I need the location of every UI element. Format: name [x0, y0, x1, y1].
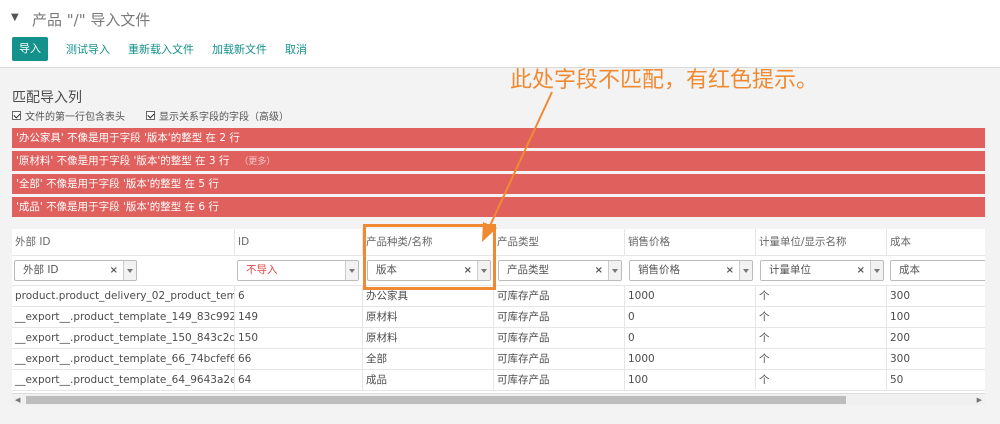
- alert-text: '原材料' 不像是用于字段 '版本'的整型 在 3 行: [16, 155, 230, 167]
- load-new-file-button[interactable]: 加载新文件: [212, 41, 267, 57]
- table-cell: 个: [756, 349, 887, 369]
- table-cell: 149: [235, 307, 363, 327]
- table-cell: 0: [625, 328, 756, 348]
- table-cell: 个: [756, 286, 887, 306]
- table-cell: 可库存产品: [494, 370, 625, 390]
- table-cell: 全部: [363, 349, 494, 369]
- table-cell: 1000: [625, 349, 756, 369]
- table-cell: 原材料: [363, 307, 494, 327]
- clear-icon[interactable]: ×: [726, 261, 734, 280]
- field-select[interactable]: 销售价格 ×: [629, 260, 753, 281]
- scroll-right-icon[interactable]: ▶: [977, 396, 982, 404]
- column-header: 外部 ID: [12, 229, 235, 255]
- chevron-down-icon[interactable]: ▼: [11, 12, 19, 23]
- checkbox-checked-icon[interactable]: [146, 111, 155, 120]
- table-cell: 50: [890, 374, 904, 386]
- field-select-value: 产品类型: [507, 264, 549, 276]
- field-mapping-row: 外部 ID × 不导入 版本 × 产品类型 × 销售价格 × 计量单位 × 成本: [12, 256, 985, 286]
- scrollbar-thumb[interactable]: [26, 396, 846, 404]
- annotation-arrow-icon: [482, 91, 553, 242]
- field-select-value: 成本: [899, 264, 920, 276]
- table-cell: 150: [235, 328, 363, 348]
- scroll-left-icon[interactable]: ◀: [15, 396, 20, 404]
- table-cell: __export__.product_template_149_83c99240: [12, 307, 235, 327]
- column-header: 计量单位/显示名称: [756, 229, 887, 255]
- table-cell: 可库存产品: [494, 286, 625, 306]
- relational-fields-option[interactable]: 显示关系字段的字段（高级）: [146, 108, 289, 123]
- header-row-option[interactable]: 文件的第一行包含表头: [12, 108, 125, 123]
- toolbar: 导入 测试导入 重新载入文件 加载新文件 取消: [12, 37, 316, 61]
- top-bar: ▼ 产品 "/" 导入文件 导入 测试导入 重新载入文件 加载新文件 取消: [0, 0, 1000, 68]
- field-select[interactable]: 产品类型 ×: [498, 260, 622, 281]
- table-cell: 可库存产品: [494, 307, 625, 327]
- table-cell: 个: [756, 370, 887, 390]
- table-row: __export__.product_template_149_83c99240…: [12, 307, 985, 328]
- table-cell: 成品: [363, 370, 494, 390]
- table-cell: 64: [235, 370, 363, 390]
- import-button[interactable]: 导入: [12, 37, 48, 61]
- clear-icon[interactable]: ×: [595, 261, 603, 280]
- table-cell: 原材料: [363, 328, 494, 348]
- checkbox-checked-icon[interactable]: [12, 111, 21, 120]
- table-cell: 100: [890, 311, 911, 323]
- table-cell: 可库存产品: [494, 328, 625, 348]
- page-title: 产品 "/" 导入文件: [32, 11, 151, 29]
- dropdown-arrow-icon[interactable]: [123, 261, 136, 280]
- dropdown-arrow-icon[interactable]: [870, 261, 883, 280]
- table-cell: __export__.product_template_66_74bcfef6: [12, 349, 235, 369]
- table-cell: 1000: [625, 286, 756, 306]
- column-header: 成本: [890, 236, 911, 248]
- alert-text: '办公家具' 不像是用于字段 '版本'的整型 在 2 行: [16, 132, 240, 144]
- field-select-value: 销售价格: [638, 264, 680, 276]
- column-header: ID: [235, 229, 363, 255]
- table-row: __export__.product_template_64_9643a2e4 …: [12, 370, 985, 391]
- table-cell: __export__.product_template_150_843c2da9: [12, 328, 235, 348]
- table-cell: 66: [235, 349, 363, 369]
- relational-fields-option-label: 显示关系字段的字段（高级）: [159, 112, 289, 123]
- table-cell: 0: [625, 307, 756, 327]
- table-cell: 可库存产品: [494, 349, 625, 369]
- section-title: 匹配导入列: [12, 90, 82, 106]
- table-cell: 6: [235, 286, 363, 306]
- import-preview-table: 外部 ID ID 产品种类/名称 产品类型 销售价格 计量单位/显示名称 成本 …: [12, 229, 985, 394]
- more-link[interactable]: （更多）: [239, 157, 275, 167]
- field-select[interactable]: 计量单位 ×: [760, 260, 884, 281]
- table-cell: __export__.product_template_64_9643a2e4: [12, 370, 235, 390]
- clear-icon[interactable]: ×: [110, 261, 118, 280]
- field-select-value: 计量单位: [769, 264, 811, 276]
- table-cell: product.product_delivery_02_product_temp…: [12, 286, 235, 306]
- dropdown-arrow-icon[interactable]: [739, 261, 752, 280]
- column-header: 销售价格: [625, 229, 756, 255]
- field-select-value: 不导入: [246, 264, 278, 276]
- field-select[interactable]: 外部 ID ×: [14, 260, 137, 281]
- clear-icon[interactable]: ×: [857, 261, 865, 280]
- reload-file-button[interactable]: 重新载入文件: [128, 41, 194, 57]
- table-row: product.product_delivery_02_product_temp…: [12, 286, 985, 307]
- field-select-value: 外部 ID: [23, 264, 59, 276]
- header-row-option-label: 文件的第一行包含表头: [25, 112, 125, 123]
- test-import-button[interactable]: 测试导入: [66, 41, 110, 57]
- cancel-button[interactable]: 取消: [285, 41, 307, 57]
- table-cell: 100: [625, 370, 756, 390]
- table-row: __export__.product_template_150_843c2da9…: [12, 328, 985, 349]
- table-cell: 个: [756, 328, 887, 348]
- horizontal-scrollbar[interactable]: ◀ ▶: [12, 393, 985, 405]
- field-select[interactable]: 成本: [890, 260, 985, 281]
- table-cell: 200: [890, 332, 911, 344]
- field-select[interactable]: 不导入: [237, 260, 359, 281]
- table-cell: 300: [890, 290, 911, 302]
- table-cell: 个: [756, 307, 887, 327]
- table-row: __export__.product_template_66_74bcfef6 …: [12, 349, 985, 370]
- table-cell: 300: [890, 353, 911, 365]
- alert-text: '成品' 不像是用于字段 '版本'的整型 在 6 行: [16, 201, 219, 213]
- dropdown-arrow-icon[interactable]: [608, 261, 621, 280]
- dropdown-arrow-icon[interactable]: [345, 261, 358, 280]
- alert-text: '全部' 不像是用于字段 '版本'的整型 在 5 行: [16, 178, 219, 190]
